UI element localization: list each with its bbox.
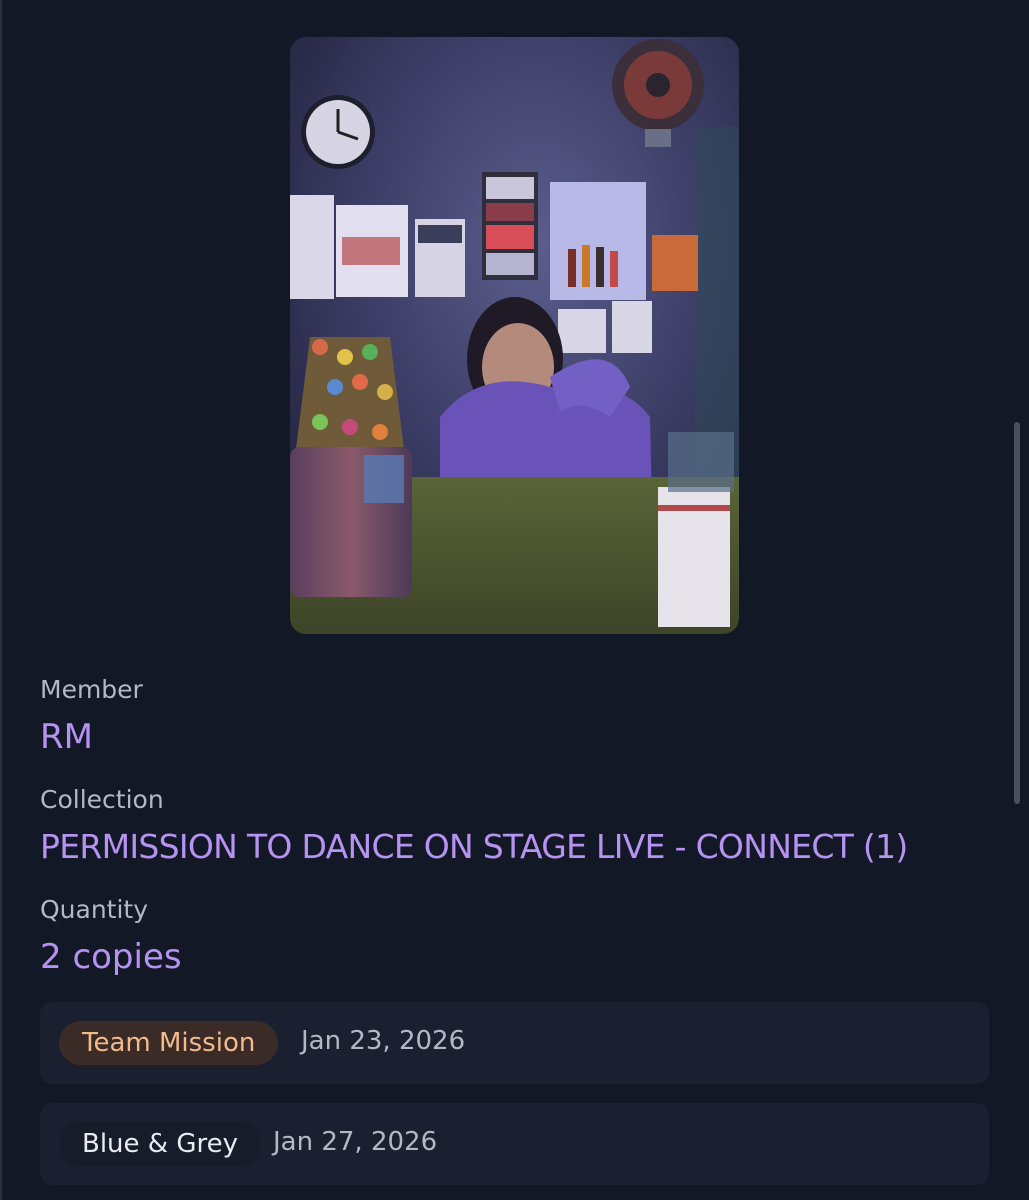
source-tag-badge: Blue & Grey — [59, 1122, 261, 1166]
copy-record[interactable]: Blue & Grey Jan 27, 2026 — [40, 1103, 989, 1185]
quantity-value: 2 copies — [40, 937, 182, 977]
acquired-date: Jan 23, 2026 — [301, 1026, 466, 1056]
scrollbar[interactable] — [1014, 422, 1020, 804]
collection-value: PERMISSION TO DANCE ON STAGE LIVE - CONN… — [40, 827, 908, 866]
quantity-label: Quantity — [40, 895, 149, 924]
copy-record[interactable]: Team Mission Jan 23, 2026 — [40, 1002, 989, 1084]
photocard-image — [290, 37, 739, 634]
acquired-date: Jan 27, 2026 — [273, 1127, 438, 1157]
collection-label: Collection — [40, 785, 164, 814]
member-value: RM — [40, 717, 93, 757]
source-tag-badge: Team Mission — [59, 1021, 279, 1065]
window-edge — [0, 0, 2, 1200]
member-label: Member — [40, 675, 143, 704]
